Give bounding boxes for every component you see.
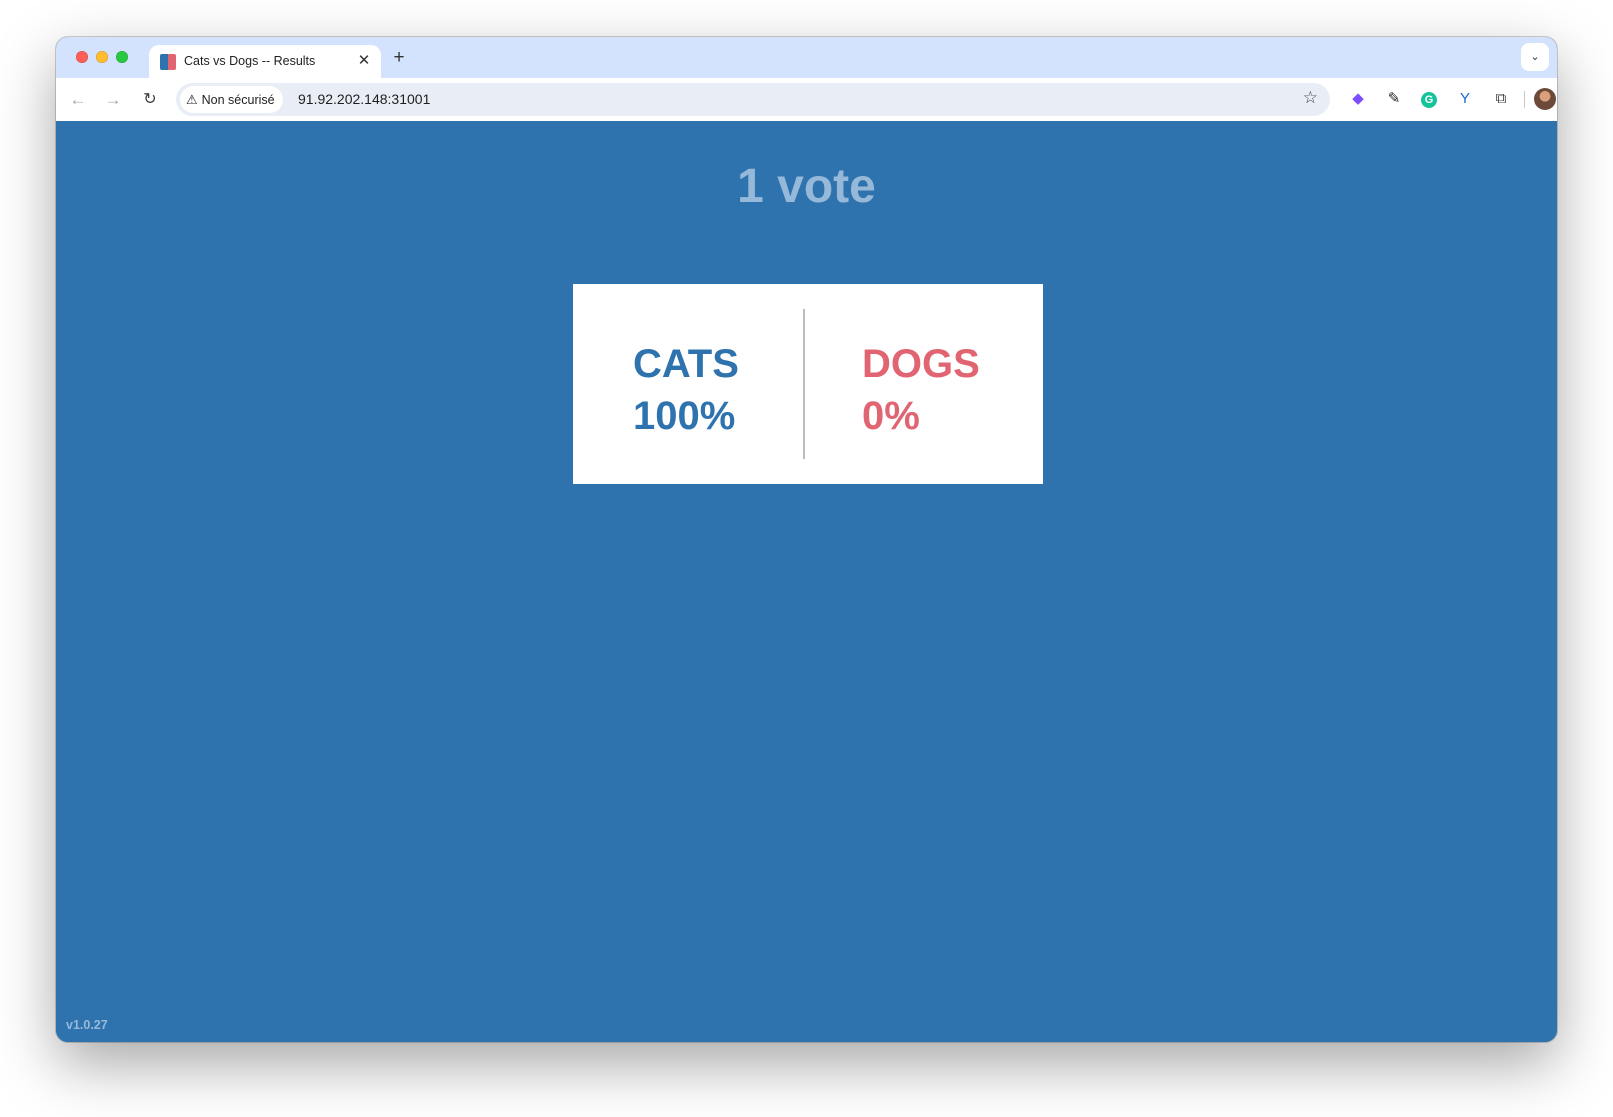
minimize-window-button[interactable] [96,51,108,63]
browser-toolbar: ← → ↻ ⚠ Non sécurisé 91.92.202.148:31001… [56,78,1557,121]
maximize-window-button[interactable] [116,51,128,63]
warning-icon: ⚠ [186,91,198,107]
dogs-label: DOGS [862,342,980,386]
results-card: CATS 100% DOGS 0% [573,284,1043,484]
vue-devtools-extension-icon[interactable]: Y [1453,87,1477,111]
puzzle-extensions-icon[interactable]: ⧉ [1489,87,1513,111]
security-chip[interactable]: ⚠ Non sécurisé [180,86,283,113]
dogs-result: DOGS 0% [862,338,980,442]
tab-strip: Cats vs Dogs -- Results ✕ + ⌄ [56,37,1557,78]
tab-title: Cats vs Dogs -- Results [184,54,316,68]
url-text[interactable]: 91.92.202.148:31001 [298,91,430,107]
cats-result: CATS 100% [633,338,739,442]
bookmark-star-icon[interactable]: ☆ [1303,88,1318,108]
cats-percent: 100% [633,394,736,438]
vote-count: 1 vote [737,160,876,213]
grammarly-extension-icon[interactable]: G [1417,87,1441,111]
tab-search-button[interactable]: ⌄ [1521,43,1549,71]
security-label: Non sécurisé [201,92,275,107]
dogs-percent: 0% [862,394,920,438]
browser-window: Cats vs Dogs -- Results ✕ + ⌄ ← → ↻ ⚠ No… [56,37,1557,1042]
forward-button[interactable]: → [99,86,127,114]
toolbar-divider [1524,91,1525,108]
results-page: 1 vote CATS 100% DOGS 0% v1.0.27 [56,121,1557,1042]
back-button[interactable]: ← [64,86,92,114]
grammarly-icon: G [1421,92,1437,108]
reload-button[interactable]: ↻ [136,86,164,114]
favicon-icon [160,54,176,70]
close-window-button[interactable] [76,51,88,63]
address-bar[interactable]: ⚠ Non sécurisé 91.92.202.148:31001 ☆ [176,83,1330,116]
version-label: v1.0.27 [66,1018,108,1032]
close-icon[interactable]: ✕ [355,52,373,70]
gem-extension-icon[interactable]: ◆ [1346,87,1370,111]
tab-results[interactable]: Cats vs Dogs -- Results ✕ [149,45,381,78]
cats-label: CATS [633,342,739,386]
eyedropper-extension-icon[interactable]: ✎ [1382,87,1406,111]
results-divider [803,309,805,459]
profile-avatar[interactable] [1534,88,1556,110]
new-tab-button[interactable]: + [387,47,411,69]
